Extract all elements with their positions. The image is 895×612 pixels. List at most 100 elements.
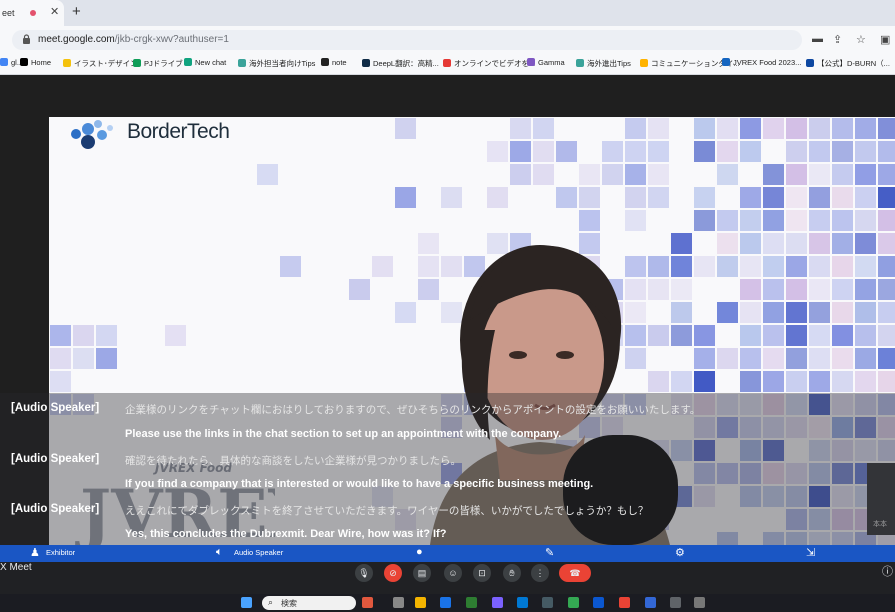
exhibitor-label[interactable]: Exhibitor — [46, 548, 75, 557]
taskbar-app-icon[interactable] — [593, 597, 604, 608]
bookmark-item[interactable]: Gamma — [527, 58, 565, 67]
pen-icon[interactable]: ✎ — [545, 546, 554, 559]
taskbar-app-icon[interactable] — [362, 597, 373, 608]
mosaic-tile — [648, 141, 669, 162]
mosaic-tile — [832, 348, 853, 369]
bookmark-icon — [184, 58, 192, 66]
mosaic-tile — [855, 141, 876, 162]
raise-hand-icon[interactable]: ✋︎ — [503, 564, 521, 582]
url-host: meet.google.com — [38, 34, 115, 45]
exhibitor-icon[interactable]: ♟ — [30, 546, 40, 559]
close-tab-icon[interactable]: ✕ — [50, 5, 59, 18]
taskbar-app-icon[interactable] — [415, 597, 426, 608]
bookmark-item[interactable]: JVREX Food 2023... — [722, 58, 801, 67]
mosaic-tile — [809, 279, 830, 300]
mosaic-tile — [694, 187, 715, 208]
mosaic-tile — [740, 279, 761, 300]
mosaic-tile — [625, 141, 646, 162]
mosaic-tile — [809, 233, 830, 254]
mosaic-tile — [717, 210, 738, 231]
minimize-icon[interactable]: ⇲ — [806, 546, 815, 559]
gear-icon[interactable]: ⚙ — [675, 546, 685, 559]
taskbar-app-icon[interactable] — [393, 597, 404, 608]
mosaic-tile — [832, 325, 853, 346]
taskbar-app-icon[interactable] — [542, 597, 553, 608]
mosaic-tile — [786, 302, 807, 323]
taskbar-app-icon[interactable] — [670, 597, 681, 608]
bordertech-logo-text: BorderTech — [127, 120, 230, 143]
bookmark-label: Gamma — [538, 58, 565, 67]
bookmark-item[interactable]: Home — [20, 58, 51, 67]
bookmark-item[interactable]: note — [321, 58, 347, 67]
mosaic-tile — [855, 325, 876, 346]
star-icon[interactable]: ☆ — [856, 33, 866, 46]
mosaic-tile — [740, 325, 761, 346]
taskbar-app-icon[interactable] — [694, 597, 705, 608]
mosaic-tile — [832, 141, 853, 162]
bookmark-item[interactable]: gl.. — [0, 58, 21, 67]
mosaic-tile — [165, 325, 186, 346]
more-icon[interactable]: ⋮ — [531, 564, 549, 582]
mosaic-tile — [878, 118, 895, 139]
mosaic-tile — [809, 348, 830, 369]
windows-start-icon[interactable] — [241, 597, 252, 608]
emoji-icon[interactable]: ☺ — [444, 564, 462, 582]
mosaic-tile — [832, 187, 853, 208]
mosaic-tile — [832, 164, 853, 185]
bookmark-icon — [640, 59, 648, 67]
mosaic-tile — [533, 118, 554, 139]
taskbar-app-icon[interactable] — [466, 597, 477, 608]
bookmark-icon — [238, 59, 246, 67]
mosaic-tile — [602, 141, 623, 162]
bookmark-label: イラスト･デザイン — [74, 59, 138, 68]
bookmark-item[interactable]: イラスト･デザイン — [63, 58, 138, 69]
camera-off-icon[interactable]: ⊘ — [384, 564, 402, 582]
mosaic-tile — [694, 348, 715, 369]
camera-icon[interactable]: ▬ — [812, 33, 823, 45]
bookmark-label: 海外担当者向けTips — [249, 59, 316, 68]
bookmark-item[interactable]: オンラインでビデオを... — [443, 58, 535, 69]
lock-icon[interactable] — [22, 34, 31, 47]
url-text[interactable]: meet.google.com/jkb-crgk-xwv?authuser=1 — [38, 34, 229, 45]
taskbar-app-icon[interactable] — [492, 597, 503, 608]
mosaic-tile — [855, 371, 876, 392]
bookmark-item[interactable]: DeepL翻訳：高精... — [362, 58, 439, 69]
mosaic-tile — [533, 141, 554, 162]
speaker-icon[interactable]: 🔈︎ — [216, 546, 223, 559]
mosaic-tile — [694, 371, 715, 392]
bookmark-item[interactable]: 【公式】D-BURN（... — [806, 58, 890, 69]
taskbar-search[interactable]: ⌕ 検索 — [262, 596, 356, 610]
bookmark-icon — [20, 58, 28, 66]
bookmark-item[interactable]: PJドライブ — [133, 58, 183, 69]
bookmark-item[interactable]: 海外進出Tips — [576, 58, 631, 69]
new-tab-button[interactable]: + — [72, 3, 81, 20]
audio-speaker-label[interactable]: Audio Speaker — [234, 548, 283, 557]
chat-icon[interactable]: ● — [416, 546, 423, 558]
taskbar-app-icon[interactable] — [619, 597, 630, 608]
end-call-icon[interactable]: ☎ — [559, 564, 591, 582]
caption-toolbar — [0, 545, 895, 562]
browser-tab[interactable]: eet ✕ — [0, 0, 64, 26]
mosaic-tile — [740, 233, 761, 254]
mosaic-tile — [694, 210, 715, 231]
taskbar-app-icon[interactable] — [440, 597, 451, 608]
bookmark-item[interactable]: New chat — [184, 58, 226, 67]
search-placeholder: 検索 — [281, 599, 297, 608]
share-icon[interactable]: ⇪ — [833, 33, 842, 46]
bookmark-icon — [443, 59, 451, 67]
taskbar-app-icon[interactable] — [568, 597, 579, 608]
bookmark-item[interactable]: 海外担当者向けTips — [238, 58, 315, 69]
mosaic-tile — [395, 118, 416, 139]
present-icon[interactable]: ⊡ — [473, 564, 491, 582]
mosaic-tile — [878, 210, 895, 231]
taskbar-app-icon[interactable] — [645, 597, 656, 608]
caption-speaker: [Audio Speaker] — [11, 402, 100, 414]
mosaic-tile — [809, 164, 830, 185]
mosaic-tile — [786, 141, 807, 162]
captions-icon[interactable]: ▤ — [413, 564, 431, 582]
info-icon[interactable]: ⓘ — [882, 563, 893, 579]
taskbar-app-icon[interactable] — [517, 597, 528, 608]
profile-icon[interactable]: ▣ — [880, 33, 890, 46]
mic-icon[interactable]: 🎙︎ — [355, 564, 373, 582]
mosaic-tile — [763, 325, 784, 346]
